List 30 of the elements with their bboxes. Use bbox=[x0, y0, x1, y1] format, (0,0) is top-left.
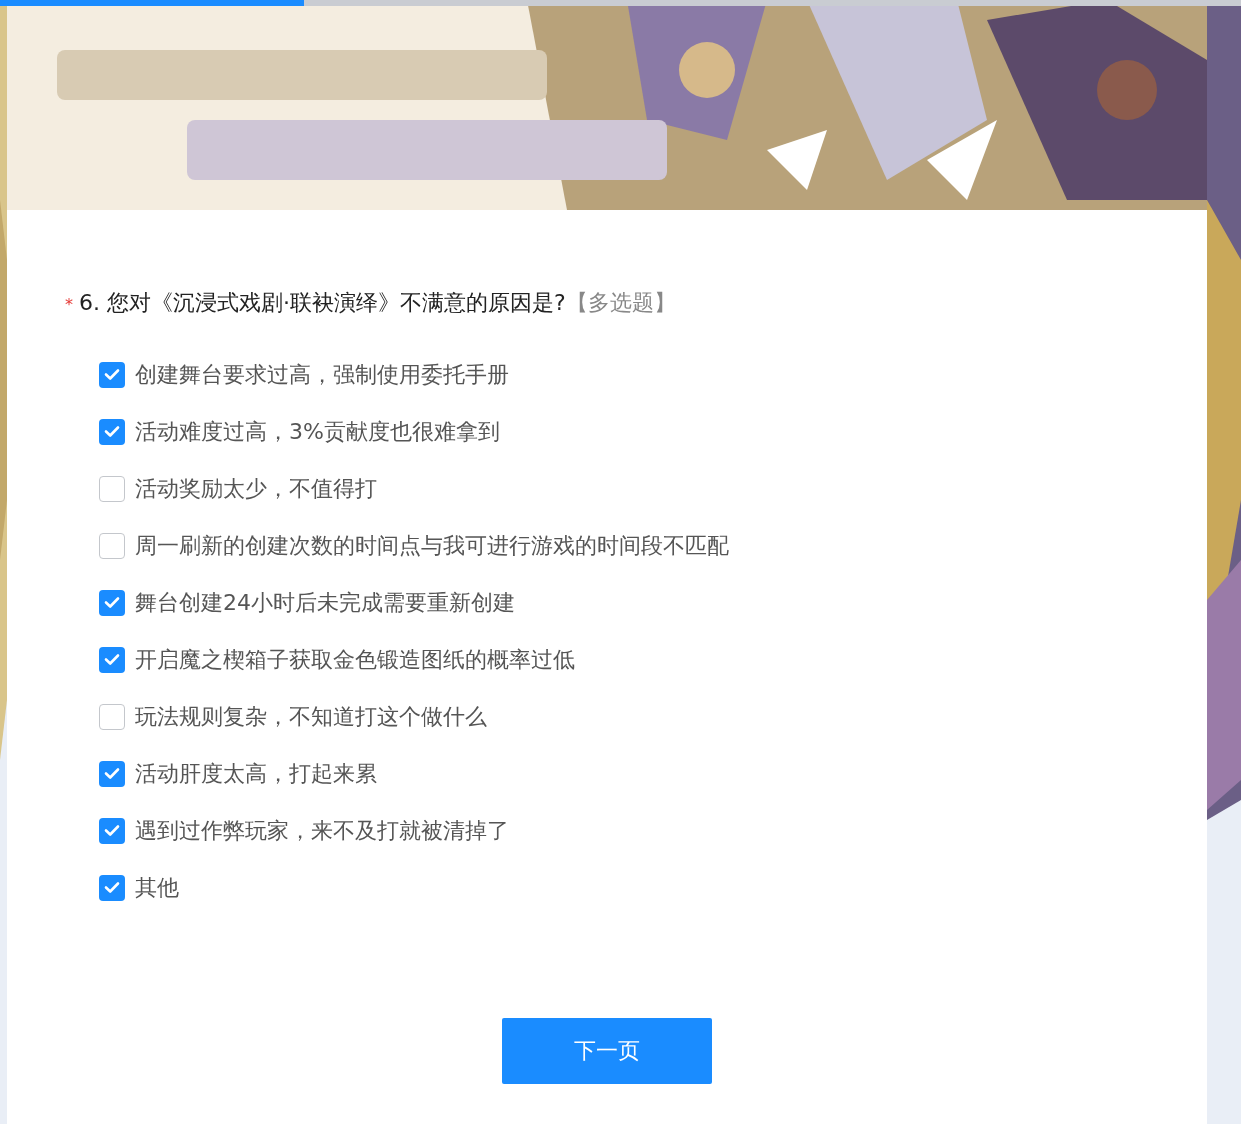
checkbox[interactable] bbox=[99, 874, 125, 901]
question-type-tag: 【多选题】 bbox=[565, 288, 676, 318]
option-label[interactable]: 其他 bbox=[135, 872, 179, 903]
check-icon bbox=[104, 824, 120, 837]
question-title: 6. 您对《沉浸式戏剧·联袂演绎》不满意的原因是? bbox=[79, 289, 566, 317]
required-mark: * bbox=[65, 295, 73, 314]
checkbox[interactable] bbox=[99, 532, 125, 559]
option-label[interactable]: 活动肝度太高，打起来累 bbox=[135, 758, 377, 789]
checkbox[interactable] bbox=[99, 646, 125, 673]
checkbox[interactable] bbox=[99, 475, 125, 502]
option-label[interactable]: 创建舞台要求过高，强制使用委托手册 bbox=[135, 359, 509, 390]
check-icon bbox=[104, 596, 120, 609]
check-icon bbox=[104, 653, 120, 666]
checkbox[interactable] bbox=[99, 703, 125, 730]
checkbox[interactable] bbox=[99, 760, 125, 787]
option-label[interactable]: 舞台创建24小时后未完成需要重新创建 bbox=[135, 587, 515, 618]
option-label[interactable]: 玩法规则复杂，不知道打这个做什么 bbox=[135, 701, 487, 732]
option-label[interactable]: 活动难度过高，3%贡献度也很难拿到 bbox=[135, 416, 500, 447]
checkbox[interactable] bbox=[99, 361, 125, 388]
check-icon bbox=[104, 368, 120, 381]
option-label[interactable]: 开启魔之楔箱子获取金色锻造图纸的概率过低 bbox=[135, 644, 575, 675]
check-icon bbox=[104, 881, 120, 894]
option-label[interactable]: 活动奖励太少，不值得打 bbox=[135, 473, 377, 504]
check-icon bbox=[104, 767, 120, 780]
check-icon bbox=[104, 425, 120, 438]
checkbox[interactable] bbox=[99, 418, 125, 445]
option-label[interactable]: 遇到过作弊玩家，来不及打就被清掉了 bbox=[135, 815, 509, 846]
option-label[interactable]: 周一刷新的创建次数的时间点与我可进行游戏的时间段不匹配 bbox=[135, 530, 729, 561]
checkbox[interactable] bbox=[99, 817, 125, 844]
checkbox[interactable] bbox=[99, 589, 125, 616]
